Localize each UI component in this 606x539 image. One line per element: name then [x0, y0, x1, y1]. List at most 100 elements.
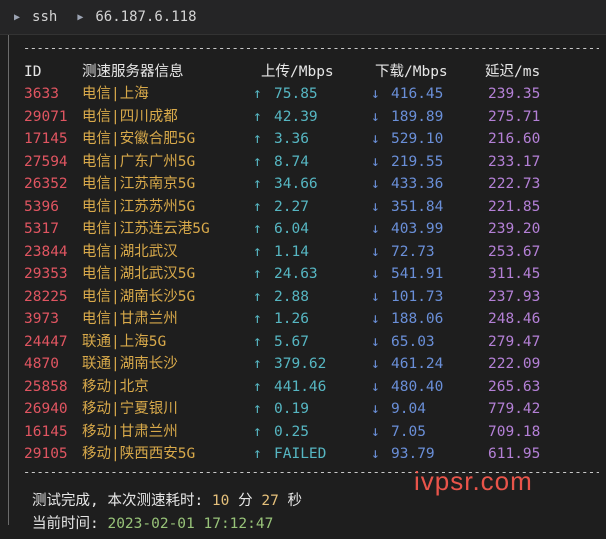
row-latency: 239.20: [488, 221, 541, 237]
row-id: 5396: [24, 198, 59, 215]
divider: ----------------------------------------…: [23, 41, 599, 55]
table-row: 17145 电信|安徽合肥5G ↑ 3.36 ↓ 529.10 216.60: [9, 128, 606, 150]
row-id: 29105: [24, 446, 68, 462]
header-download: 下载/Mbps: [375, 64, 448, 80]
time-line: 当前时间: 2023-02-01 17:12:47: [32, 512, 273, 533]
row-id: 27594: [24, 153, 68, 170]
table-row: 25858 移动|北京 ↑ 441.46 ↓ 480.40 265.63: [9, 376, 606, 398]
up-arrow-icon: ↑: [253, 198, 262, 215]
row-id: 3973: [24, 311, 59, 327]
down-arrow-icon: ↓: [371, 423, 380, 440]
summary-minutes: 10: [211, 493, 230, 509]
row-server: 电信|江苏连云港5G: [82, 221, 210, 237]
row-latency: 253.67: [488, 243, 541, 260]
down-arrow-icon: ↓: [371, 153, 380, 170]
up-arrow-icon: ↑: [253, 356, 262, 372]
summary-prefix: 测试完成, 本次测速耗时:: [32, 493, 212, 509]
row-latency: 275.71: [488, 108, 541, 125]
table-row: 4870 联通|湖南长沙 ↑ 379.62 ↓ 461.24 222.09: [9, 353, 606, 375]
up-arrow-icon: ↑: [253, 153, 262, 170]
row-server: 电信|广东广州5G: [82, 153, 196, 170]
row-server: 电信|安徽合肥5G: [82, 131, 196, 147]
up-arrow-icon: ↑: [253, 333, 262, 350]
up-arrow-icon: ↑: [253, 446, 262, 462]
tab-ssh[interactable]: ▶ ssh: [14, 9, 57, 25]
up-arrow-icon: ↑: [253, 86, 262, 102]
row-upload: 6.04: [274, 221, 309, 237]
up-arrow-icon: ↑: [253, 108, 262, 125]
down-arrow-icon: ↓: [371, 266, 380, 282]
row-server: 移动|甘肃兰州: [82, 423, 178, 440]
terminal-output[interactable]: ----------------------------------------…: [8, 35, 606, 525]
row-latency: 222.09: [488, 356, 541, 372]
up-arrow-icon: ↑: [253, 243, 262, 260]
row-upload: 42.39: [274, 108, 318, 125]
up-arrow-icon: ↑: [253, 423, 262, 440]
down-arrow-icon: ↓: [371, 288, 380, 305]
row-upload: 1.14: [274, 243, 309, 260]
host-label: 66.187.6.118: [95, 9, 197, 25]
down-arrow-icon: ↓: [371, 333, 380, 350]
down-arrow-icon: ↓: [371, 311, 380, 327]
table-row: 3633 电信|上海 ↑ 75.85 ↓ 416.45 239.35: [9, 83, 606, 105]
row-latency: 237.93: [488, 288, 541, 305]
table-row: 28225 电信|湖南长沙5G ↑ 2.88 ↓ 101.73 237.93: [9, 286, 606, 308]
row-latency: 221.85: [488, 198, 541, 215]
row-upload: FAILED: [274, 446, 327, 462]
row-download: 65.03: [391, 333, 435, 350]
up-arrow-icon: ↑: [253, 176, 262, 192]
table-row: 5317 电信|江苏连云港5G ↑ 6.04 ↓ 403.99 239.20: [9, 218, 606, 240]
tab-host[interactable]: ▶ 66.187.6.118: [77, 9, 196, 25]
row-download: 461.24: [391, 356, 444, 372]
row-server: 联通|湖南长沙: [82, 356, 178, 372]
row-server: 电信|江苏苏州5G: [82, 198, 196, 215]
table-row: 16145 移动|甘肃兰州 ↑ 0.25 ↓ 7.05 709.18: [9, 421, 606, 443]
row-id: 3633: [24, 86, 59, 102]
down-arrow-icon: ↓: [371, 108, 380, 125]
header-upload: 上传/Mbps: [261, 64, 334, 80]
row-upload: 441.46: [274, 378, 327, 395]
up-arrow-icon: ↑: [253, 401, 262, 417]
row-download: 93.79: [391, 446, 435, 462]
summary-sec-unit: 秒: [278, 493, 303, 509]
down-arrow-icon: ↓: [371, 221, 380, 237]
row-upload: 3.36: [274, 131, 309, 147]
row-latency: 239.35: [488, 86, 541, 102]
row-latency: 611.95: [488, 446, 541, 462]
row-latency: 709.18: [488, 423, 541, 440]
row-latency: 265.63: [488, 378, 541, 395]
down-arrow-icon: ↓: [371, 198, 380, 215]
up-arrow-icon: ↑: [253, 221, 262, 237]
row-id: 26352: [24, 176, 68, 192]
down-arrow-icon: ↓: [371, 243, 380, 260]
table-row: 26940 移动|宁夏银川 ↑ 0.19 ↓ 9.04 779.42: [9, 398, 606, 420]
row-download: 529.10: [391, 131, 444, 147]
row-server: 电信|四川成都: [82, 108, 178, 125]
row-download: 480.40: [391, 378, 444, 395]
up-arrow-icon: ↑: [253, 378, 262, 395]
up-arrow-icon: ↑: [253, 288, 262, 305]
down-arrow-icon: ↓: [371, 131, 380, 147]
row-download: 403.99: [391, 221, 444, 237]
row-latency: 222.73: [488, 176, 541, 192]
header-server: 测速服务器信息: [82, 64, 184, 80]
row-download: 189.89: [391, 108, 444, 125]
row-id: 23844: [24, 243, 68, 260]
row-id: 4870: [24, 356, 59, 372]
row-server: 电信|上海: [82, 86, 149, 102]
table-header: ID 测速服务器信息 上传/Mbps 下载/Mbps 延迟/ms: [9, 61, 606, 83]
row-upload: 75.85: [274, 86, 318, 102]
row-latency: 248.46: [488, 311, 541, 327]
row-upload: 24.63: [274, 266, 318, 282]
tab-bar: ▶ ssh ▶ 66.187.6.118: [0, 0, 606, 35]
row-latency: 279.47: [488, 333, 541, 350]
row-id: 5317: [24, 221, 59, 237]
row-latency: 216.60: [488, 131, 541, 147]
down-arrow-icon: ↓: [371, 176, 380, 192]
row-id: 28225: [24, 288, 68, 305]
table-row: 3973 电信|甘肃兰州 ↑ 1.26 ↓ 188.06 248.46: [9, 308, 606, 330]
time-value: 2023-02-01 17:12:47: [107, 516, 274, 532]
row-server: 电信|江苏南京5G: [82, 176, 196, 192]
summary-line: 测试完成, 本次测速耗时: 10 分 27 秒: [32, 489, 302, 510]
table-row: 29105 移动|陕西西安5G ↑ FAILED ↓ 93.79 611.95: [9, 443, 606, 465]
